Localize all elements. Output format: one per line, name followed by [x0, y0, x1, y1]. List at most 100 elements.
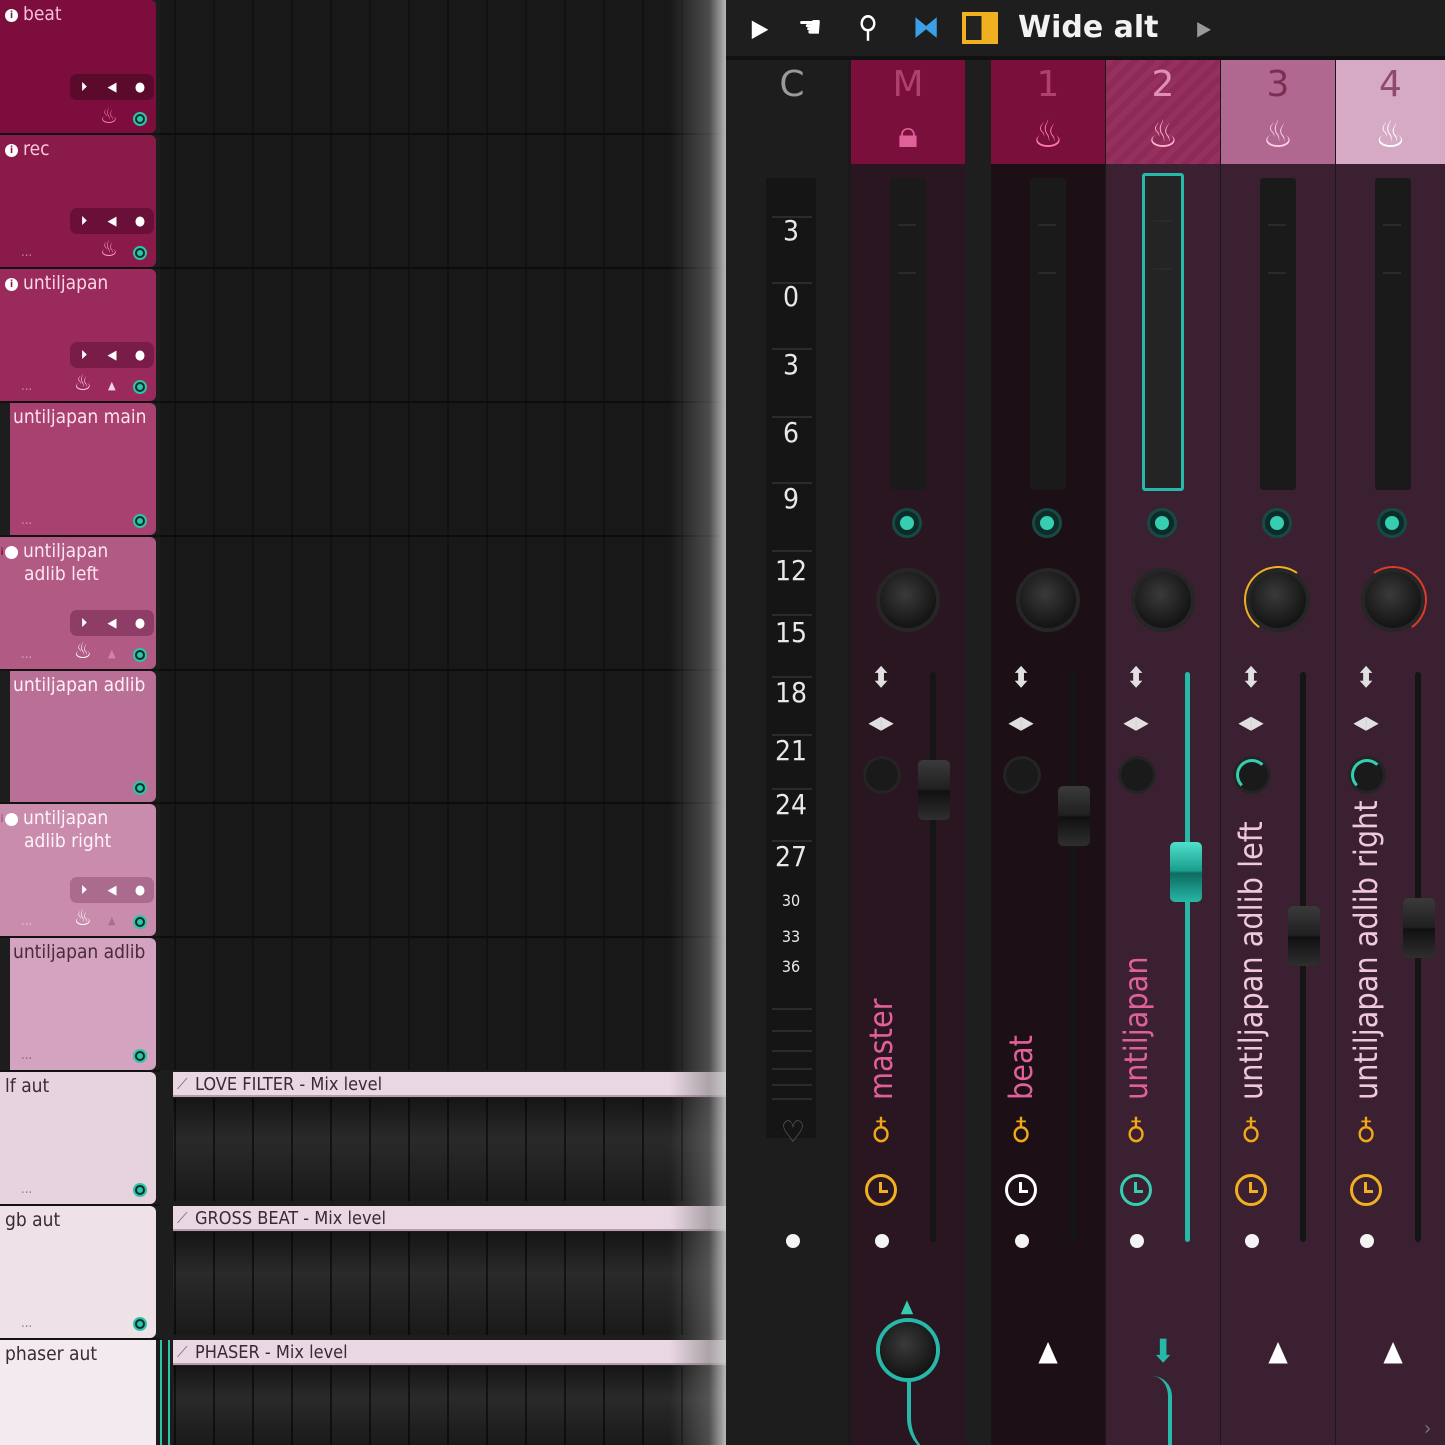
automation-clip-body[interactable] — [173, 1098, 726, 1201]
route-up-arrow-icon[interactable]: ▲ — [1028, 1336, 1068, 1366]
automation-clip-body[interactable] — [173, 1232, 726, 1335]
route-up-arrow-icon[interactable]: ▲ — [887, 1292, 927, 1322]
volume-fader-track[interactable] — [1185, 672, 1190, 1242]
volume-swap-icon[interactable]: ⬍ — [1116, 664, 1156, 692]
track-active-led[interactable] — [133, 246, 147, 260]
track-header-untiljapan[interactable]: i untiljapan ⏵ ◀ ● ... ♨ ▲ — [0, 269, 156, 401]
volume-swap-icon[interactable]: ⬍ — [1346, 664, 1386, 692]
volume-fader[interactable] — [1170, 842, 1202, 902]
route-icon[interactable]: ⏵ — [75, 348, 93, 363]
collapse-icon[interactable]: ▲ — [108, 647, 116, 660]
stereo-swap-icon[interactable]: ◂▸ — [1346, 708, 1386, 736]
bulb-icon[interactable]: ♁ — [1346, 1118, 1386, 1148]
fx-enable-led[interactable] — [1147, 508, 1177, 538]
speaker-icon[interactable]: ◀ — [103, 214, 121, 229]
fx-enable-led[interactable] — [1262, 508, 1292, 538]
pan-knob[interactable] — [1135, 572, 1191, 628]
hand-tool-icon[interactable]: ☚ — [790, 8, 830, 48]
track-header-untiljapan-adlib-right[interactable]: i untiljapan adlib right ⏵ ◀ ● ... ♨ ▲ — [0, 804, 156, 936]
info-icon[interactable]: i — [0, 546, 18, 559]
automation-clip-love-filter[interactable]: ⟋ LOVE FILTER - Mix level — [173, 1072, 726, 1097]
volume-swap-icon[interactable]: ⬍ — [861, 664, 901, 692]
stereo-swap-icon[interactable]: ◂▸ — [861, 708, 901, 736]
play-arrow-icon[interactable]: ▶ — [740, 8, 780, 48]
latency-clock-icon[interactable] — [1235, 1174, 1267, 1206]
fx-enable-led[interactable] — [1377, 508, 1407, 538]
link-bulb-icon[interactable]: ♡ — [773, 1118, 813, 1148]
track-active-led[interactable] — [133, 380, 147, 394]
latency-clock-icon[interactable] — [1005, 1174, 1037, 1206]
record-dot-icon[interactable]: ● — [131, 348, 149, 363]
scroll-right-icon[interactable]: › — [1424, 1416, 1431, 1440]
volume-fader[interactable] — [1288, 906, 1320, 966]
route-icon[interactable]: ⏵ — [75, 214, 93, 229]
stereo-swap-icon[interactable]: ◂▸ — [1116, 708, 1156, 736]
track-header-untiljapan-main[interactable]: untiljapan main ... — [10, 403, 156, 535]
volume-fader-track[interactable] — [930, 672, 936, 1242]
track-header-untiljapan-adlib-left[interactable]: i untiljapan adlib left ⏵ ◀ ● ... ♨ ▲ — [0, 537, 156, 669]
latency-clock-icon[interactable] — [1350, 1174, 1382, 1206]
pan-knob[interactable] — [1365, 572, 1421, 628]
track-header-gb-aut[interactable]: gb aut ... — [0, 1206, 156, 1338]
info-icon[interactable]: i — [5, 9, 18, 22]
flame-icon[interactable]: ♨ — [1106, 110, 1220, 158]
track-active-led[interactable] — [133, 781, 147, 795]
mixer-strip-master[interactable]: M 🔒︎ ⬍ ◂▸ master ♁ ▲ — [851, 60, 965, 1445]
automation-clip-body[interactable] — [173, 1366, 726, 1445]
volume-swap-icon[interactable]: ⬍ — [1001, 664, 1041, 692]
mixer-preset-name[interactable]: Wide alt — [1018, 8, 1159, 48]
track-active-led[interactable] — [133, 112, 147, 126]
bulb-icon[interactable]: ♁ — [1116, 1118, 1156, 1148]
track-active-led[interactable] — [133, 1317, 147, 1331]
latency-clock-icon[interactable] — [865, 1174, 897, 1206]
bulb-icon[interactable]: ♁ — [1231, 1118, 1271, 1148]
track-active-led[interactable] — [133, 514, 147, 528]
info-icon[interactable]: i — [0, 813, 18, 826]
volume-swap-icon[interactable]: ⬍ — [1231, 664, 1271, 692]
track-active-led[interactable] — [133, 1183, 147, 1197]
route-output-knob[interactable] — [880, 1322, 936, 1378]
volume-fader[interactable] — [1403, 898, 1435, 958]
route-up-arrow-icon[interactable]: ▲ — [1373, 1336, 1413, 1366]
pan-knob[interactable] — [880, 572, 936, 628]
send-dot[interactable] — [786, 1234, 800, 1248]
route-icon[interactable]: ⏵ — [75, 883, 93, 898]
send-dot[interactable] — [1360, 1234, 1374, 1248]
record-dot-icon[interactable]: ● — [131, 883, 149, 898]
speaker-icon[interactable]: ◀ — [103, 883, 121, 898]
stereo-swap-icon[interactable]: ◂▸ — [1231, 708, 1271, 736]
flame-icon[interactable]: ♨ — [1221, 110, 1335, 158]
pan-knob[interactable] — [1250, 572, 1306, 628]
fx-enable-led[interactable] — [892, 508, 922, 538]
track-header-beat[interactable]: i beat ⏵ ◀ ● ♨ — [0, 0, 156, 133]
track-header-phaser-aut[interactable]: phaser aut — [0, 1340, 156, 1445]
speaker-icon[interactable]: ◀ — [103, 616, 121, 631]
latency-clock-icon[interactable] — [1120, 1174, 1152, 1206]
collapse-icon[interactable]: ▲ — [108, 379, 116, 392]
lock-icon[interactable]: 🔒︎ — [851, 110, 965, 158]
pan-knob[interactable] — [1020, 572, 1076, 628]
pin-icon[interactable]: ⚲ — [848, 8, 888, 48]
collapse-icon[interactable]: ▲ — [108, 914, 116, 927]
track-active-led[interactable] — [133, 1049, 147, 1063]
flame-icon[interactable]: ♨ — [1336, 110, 1445, 158]
bulb-icon[interactable]: ♁ — [861, 1118, 901, 1148]
info-icon[interactable]: i — [5, 144, 18, 157]
route-down-arrow-icon[interactable]: ⬇ — [1143, 1335, 1183, 1367]
speaker-icon[interactable]: ◀ — [103, 348, 121, 363]
mixer-strip-untiljapan-adlib-right[interactable]: 4 ♨ ⬍ ◂▸ untiljapan adlib right ♁ ▲ › — [1336, 60, 1445, 1445]
route-icon[interactable]: ⏵ — [75, 616, 93, 631]
volume-fader-track[interactable] — [1070, 672, 1076, 1242]
speaker-icon[interactable]: ◀ — [103, 80, 121, 95]
stereo-swap-icon[interactable]: ◂▸ — [1001, 708, 1041, 736]
track-active-led[interactable] — [133, 915, 147, 929]
send-dot[interactable] — [1015, 1234, 1029, 1248]
track-header-untiljapan-adlib[interactable]: untiljapan adlib — [10, 671, 156, 802]
track-header-lf-aut[interactable]: lf aut ... — [0, 1072, 156, 1204]
fx-enable-led[interactable] — [1032, 508, 1062, 538]
automation-clip-gross-beat[interactable]: ⟋ GROSS BEAT - Mix level — [173, 1206, 726, 1231]
wide-stereo-icon[interactable]: ⧓ — [906, 8, 946, 48]
volume-fader[interactable] — [918, 760, 950, 820]
flame-icon[interactable]: ♨ — [991, 110, 1105, 158]
route-up-arrow-icon[interactable]: ▲ — [1258, 1336, 1298, 1366]
